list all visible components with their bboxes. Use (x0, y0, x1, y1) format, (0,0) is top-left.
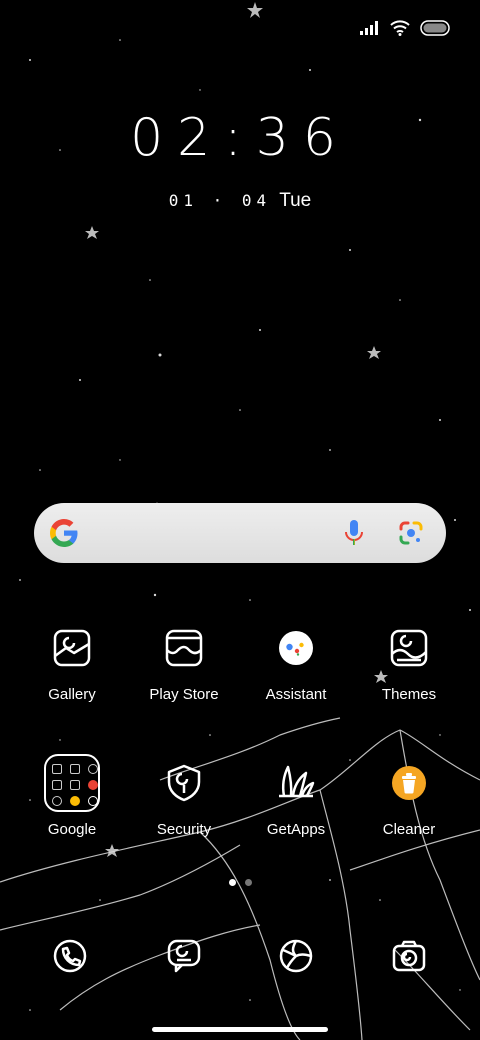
themes-icon (390, 629, 428, 667)
clock-date[interactable]: 01 · 04 Tue (0, 190, 480, 212)
app-label: Gallery (48, 686, 96, 703)
app-getapps[interactable]: GetApps (241, 755, 351, 838)
app-assistant[interactable]: Assistant (241, 620, 351, 703)
date-label: 01 · 04 (168, 191, 272, 210)
security-icon (167, 764, 201, 802)
google-search-bar[interactable] (34, 503, 446, 563)
browser-icon (279, 939, 313, 973)
page-dot-active (228, 879, 236, 886)
app-label: Themes (381, 686, 437, 703)
app-label: Cleaner (382, 821, 436, 838)
cleaner-icon (392, 766, 426, 800)
microphone-icon[interactable] (342, 519, 366, 547)
home-indicator[interactable] (152, 1027, 328, 1032)
app-themes[interactable]: Themes (354, 620, 464, 703)
app-label: Google (47, 821, 97, 838)
app-play-store[interactable]: Play Store (129, 620, 239, 703)
assistant-icon (279, 631, 313, 665)
messages-icon (167, 939, 201, 973)
phone-icon (53, 939, 87, 973)
wifi-icon (390, 20, 410, 36)
page-dot (244, 879, 252, 886)
google-g-icon (50, 519, 78, 547)
app-label: Security (156, 821, 212, 838)
play-store-icon (165, 629, 203, 667)
dock-messages[interactable] (129, 936, 239, 976)
google-lens-icon[interactable] (398, 520, 424, 546)
app-label: Assistant (265, 686, 327, 703)
app-gallery[interactable]: Gallery (17, 620, 127, 703)
app-label: Play Store (149, 686, 219, 703)
camera-icon (392, 940, 426, 972)
status-bar (360, 14, 452, 42)
cellular-signal-icon (360, 21, 378, 35)
app-label: GetApps (266, 821, 326, 838)
page-indicator (0, 879, 480, 886)
getapps-icon (279, 765, 315, 798)
app-cleaner[interactable]: Cleaner (354, 755, 464, 838)
battery-icon (420, 20, 450, 36)
app-security[interactable]: Security (129, 755, 239, 838)
folder-icon (44, 754, 100, 812)
dock-phone[interactable] (15, 936, 125, 976)
dock-browser[interactable] (241, 936, 351, 976)
gallery-icon (53, 629, 91, 667)
clock-time[interactable]: 02:36 (0, 108, 480, 168)
day-label: Tue (279, 190, 312, 211)
dock-camera[interactable] (354, 936, 464, 976)
folder-google[interactable]: Google (17, 754, 127, 838)
